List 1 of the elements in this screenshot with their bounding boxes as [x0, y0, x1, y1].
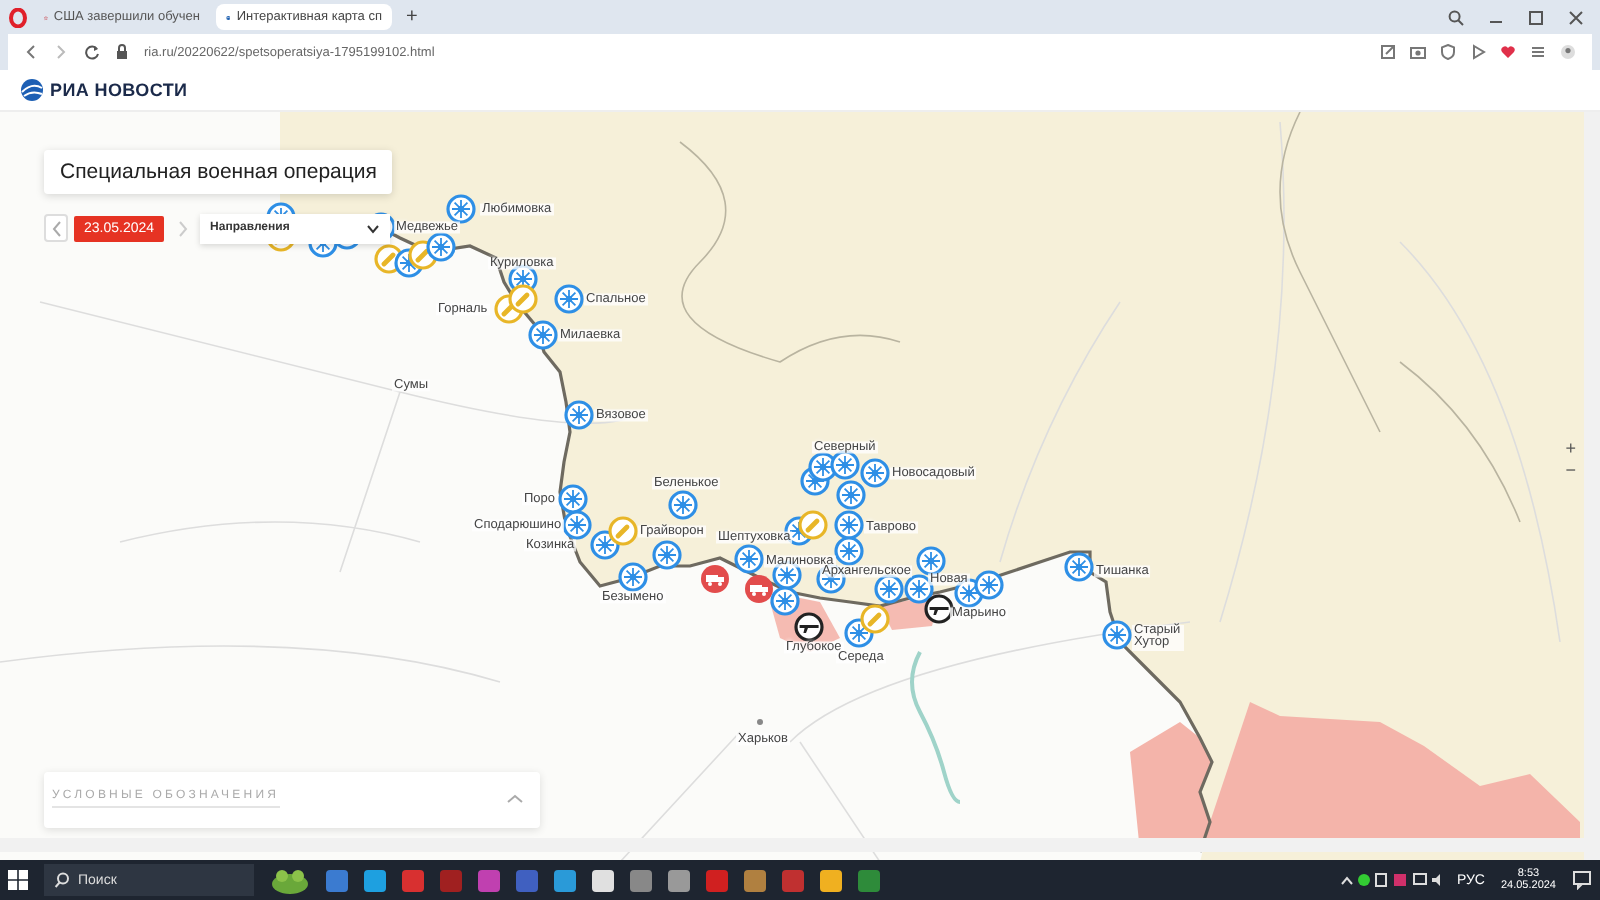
map-title: Специальная военная операция	[44, 149, 393, 194]
